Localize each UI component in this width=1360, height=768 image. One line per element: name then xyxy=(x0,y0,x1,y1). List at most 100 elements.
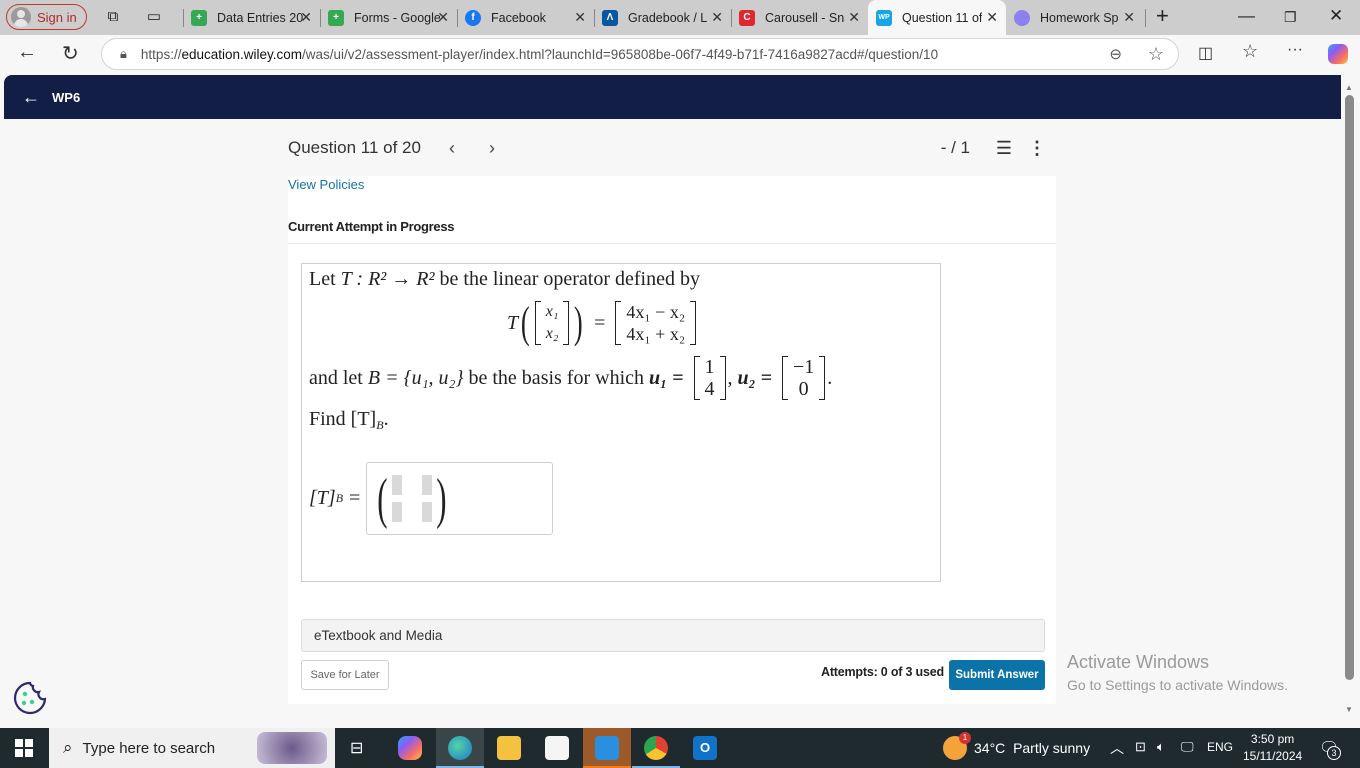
url-domain: education.wiley.com xyxy=(181,46,303,62)
answer-cell-1-1[interactable] xyxy=(391,475,402,495)
tab-carousell[interactable]: C Carousell - Snap ✕ xyxy=(731,0,868,35)
answer-cell-1-2[interactable] xyxy=(421,475,432,495)
question-list-icon[interactable]: ☰ xyxy=(996,138,1012,159)
close-window-button[interactable]: ✕ xyxy=(1329,6,1343,26)
show-hidden-icons[interactable]: ︿ xyxy=(1110,738,1124,758)
close-tab-icon[interactable]: ✕ xyxy=(848,9,860,26)
tab-title: Data Entries 2024 xyxy=(217,10,303,25)
view-policies-link[interactable]: View Policies xyxy=(288,177,364,192)
favorite-star-icon[interactable]: ☆ xyxy=(1148,44,1164,65)
favorites-icon[interactable]: ☆ xyxy=(1242,41,1258,62)
weather-badge: 1 xyxy=(959,732,971,744)
notifications-icon[interactable]: 🗨︎ 3 xyxy=(1319,738,1341,760)
url-input[interactable]: 🔒︎ https://education.wiley.com/was/ui/v2… xyxy=(101,38,1179,70)
mail-icon xyxy=(595,736,619,760)
etextbook-media-panel[interactable]: eTextbook and Media xyxy=(301,619,1045,652)
tab-homework[interactable]: Homework Sp ✕ xyxy=(1006,0,1143,35)
close-tab-icon[interactable]: ✕ xyxy=(437,9,449,26)
volume-icon[interactable]: 🔈︎ xyxy=(1157,739,1165,755)
clock[interactable]: 3:50 pm 15/11/2024 xyxy=(1243,731,1302,765)
back-arrow-icon[interactable]: ← xyxy=(22,87,40,108)
tab-title: Carousell - Snap xyxy=(765,10,845,25)
question-toolbar: Question 11 of 20 ‹ › - / 1 ☰ ⋮ xyxy=(288,134,1058,162)
submit-answer-button[interactable]: Submit Answer xyxy=(949,660,1045,690)
answer-matrix-box[interactable]: ( ) xyxy=(366,462,554,535)
answer-cell-2-2[interactable] xyxy=(421,502,432,522)
taskbar-search-box[interactable]: ⌕ Type here to search xyxy=(49,728,335,768)
lock-icon[interactable]: 🔒︎ xyxy=(120,46,127,62)
windows-start-icon[interactable] xyxy=(15,739,33,757)
language-indicator[interactable]: ENG xyxy=(1207,740,1233,754)
u2-row-2: 0 xyxy=(798,378,809,400)
cookie-settings-icon[interactable] xyxy=(12,680,48,716)
copilot-taskbar-icon[interactable] xyxy=(398,736,422,760)
scroll-up-arrow[interactable]: ▲ xyxy=(1345,83,1353,92)
previous-question-button[interactable]: ‹ xyxy=(449,138,455,159)
close-tab-icon[interactable]: ✕ xyxy=(574,9,586,26)
workspaces-icon[interactable]: ⧉ xyxy=(104,8,122,26)
edge-icon xyxy=(448,736,472,760)
mail-taskbar-slot[interactable] xyxy=(583,728,631,768)
homework-icon xyxy=(1014,9,1030,26)
find-subscript: B xyxy=(376,418,384,432)
network-icon[interactable]: 🖵︎ xyxy=(1181,739,1194,755)
refresh-button[interactable]: ↻ xyxy=(62,41,79,66)
task-view-icon[interactable]: ⊟ xyxy=(350,738,363,758)
search-icon: ⌕ xyxy=(63,738,73,757)
tab-forms[interactable]: + Forms - Google ✕ xyxy=(320,0,457,35)
tab-title: Homework Sp xyxy=(1040,10,1118,25)
more-options-icon[interactable]: ··· xyxy=(1287,41,1303,59)
attempt-status: Current Attempt in Progress xyxy=(288,219,455,234)
text: be the linear operator defined by xyxy=(434,268,700,290)
close-tab-icon[interactable]: ✕ xyxy=(1123,9,1135,26)
close-tab-icon[interactable]: ✕ xyxy=(711,9,723,26)
wp-icon: WP xyxy=(876,9,892,26)
u1-vector: 1 4 xyxy=(693,356,726,400)
tab-title: Facebook xyxy=(491,10,546,25)
course-title[interactable]: WP6 xyxy=(52,90,80,105)
tab-gradebook[interactable]: Λ Gradebook / L ✕ xyxy=(594,0,731,35)
meet-now-icon[interactable]: ⊡ xyxy=(1135,739,1146,755)
tab-actions-icon[interactable]: ▭ xyxy=(145,8,163,26)
gradebook-icon: Λ xyxy=(602,9,618,26)
next-question-button[interactable]: › xyxy=(489,138,495,159)
period: . xyxy=(827,366,833,389)
kebab-menu-icon[interactable]: ⋮ xyxy=(1028,138,1046,159)
answer-cell-2-1[interactable] xyxy=(391,502,402,522)
chrome-taskbar-slot[interactable] xyxy=(632,728,680,768)
minimize-button[interactable]: — xyxy=(1238,6,1255,26)
equals-sign: = xyxy=(594,311,606,334)
sign-in-label: Sign in xyxy=(37,9,77,25)
scroll-down-arrow[interactable]: ▼ xyxy=(1345,705,1353,714)
tab-facebook[interactable]: f Facebook ✕ xyxy=(457,0,594,35)
transformation-equation: T ( x₁ x₂ ) = 4x₁ − x₂ 4x₁ + x₂ xyxy=(507,298,698,348)
tab-question-active[interactable]: WP Question 11 of ✕ xyxy=(868,0,1006,35)
save-for-later-button[interactable]: Save for Later xyxy=(301,660,389,690)
tab-divider xyxy=(1145,9,1146,27)
question-card: View Policies Current Attempt in Progres… xyxy=(288,176,1056,704)
outlook-icon[interactable]: O xyxy=(693,736,717,760)
profile-sign-in-button[interactable]: Sign in xyxy=(6,4,87,30)
new-tab-button[interactable]: + xyxy=(1156,3,1169,29)
close-tab-icon[interactable]: ✕ xyxy=(300,9,312,26)
input-x2: x₂ xyxy=(545,325,559,342)
zoom-out-icon[interactable]: ⊖ xyxy=(1109,45,1122,63)
microsoft-store-icon[interactable] xyxy=(545,736,569,760)
weather-description: Partly sunny xyxy=(1013,740,1091,756)
u1-row-2: 4 xyxy=(704,378,715,400)
edge-taskbar-slot[interactable] xyxy=(436,728,484,768)
answer-matrix-cells xyxy=(391,475,432,522)
weather-widget[interactable]: 34°C Partly sunny xyxy=(974,740,1090,756)
clock-date: 15/11/2024 xyxy=(1243,749,1303,763)
split-screen-icon[interactable]: ◫ xyxy=(1198,43,1213,63)
scrollbar-thumb[interactable] xyxy=(1345,95,1354,680)
tab-data-entries[interactable]: + Data Entries 2024 ✕ xyxy=(183,0,320,35)
file-explorer-icon[interactable] xyxy=(497,736,521,760)
copilot-icon[interactable] xyxy=(1328,44,1348,64)
close-tab-icon[interactable]: ✕ xyxy=(986,9,998,26)
page-scrollbar[interactable]: ▲ ▼ xyxy=(1341,75,1360,725)
weather-icon[interactable]: 1 xyxy=(943,732,971,760)
question-counter: Question 11 of 20 xyxy=(288,138,421,157)
back-button[interactable]: ← xyxy=(17,41,37,64)
restore-button[interactable]: ❐ xyxy=(1284,9,1297,26)
